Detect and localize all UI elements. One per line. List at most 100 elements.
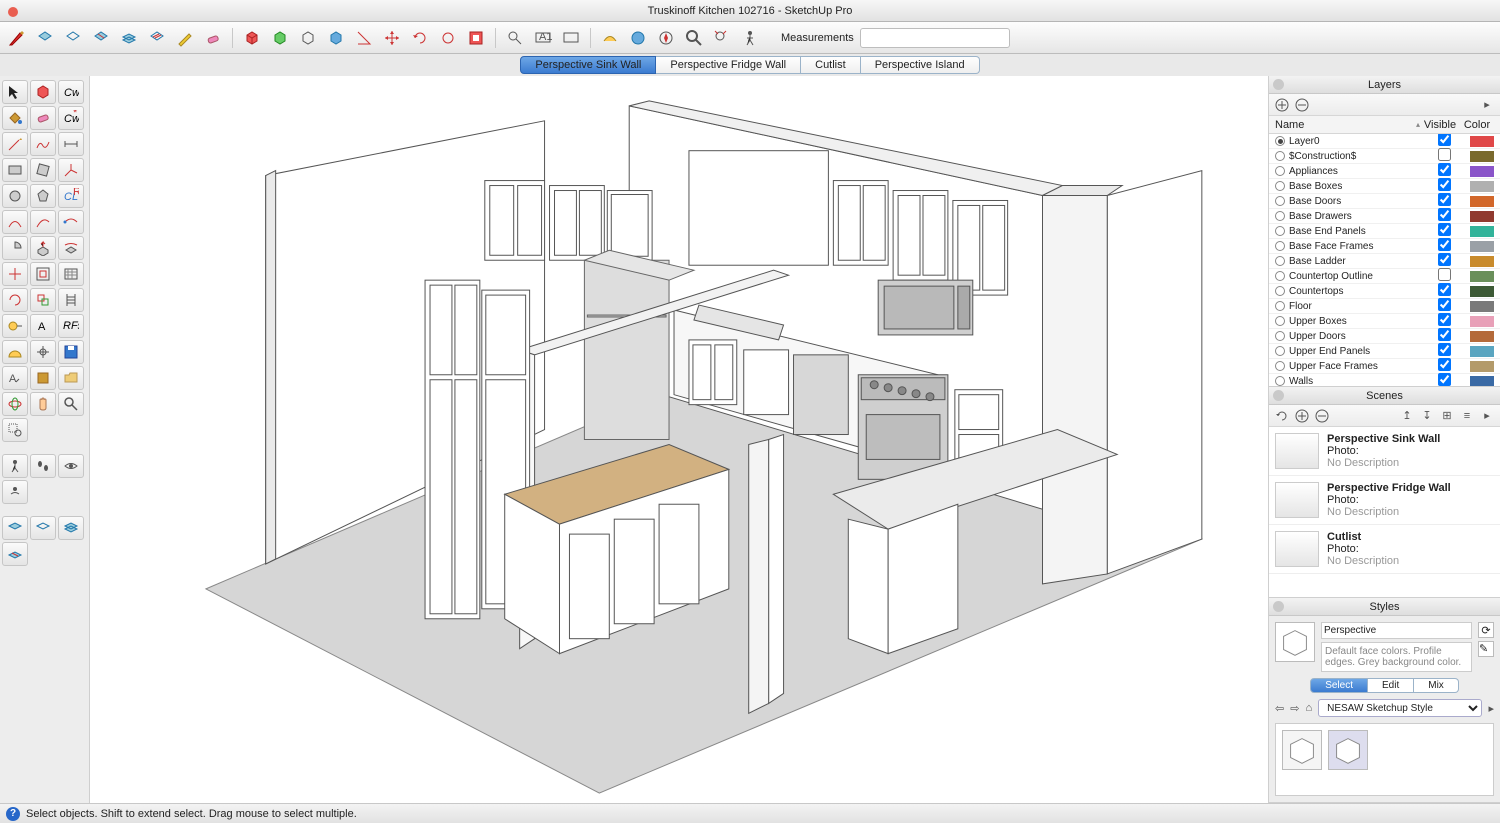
refresh-style-icon[interactable]: ⟳	[1478, 622, 1494, 638]
pushpull-icon[interactable]	[30, 236, 56, 260]
layer-color-swatch[interactable]	[1470, 286, 1494, 297]
dimension-icon[interactable]	[58, 132, 84, 156]
layer-radio[interactable]	[1275, 316, 1285, 326]
layer-radio[interactable]	[1275, 196, 1285, 206]
circle-tool-icon[interactable]	[2, 184, 28, 208]
col-color[interactable]: Color	[1460, 119, 1494, 131]
move-icon[interactable]	[381, 27, 403, 49]
refresh-scene-icon[interactable]	[1275, 409, 1289, 423]
layer-menu-icon[interactable]: ▸	[1480, 98, 1494, 112]
layer-row[interactable]: Base Drawers	[1269, 209, 1500, 224]
zoom-icon[interactable]	[683, 27, 705, 49]
select-tool-icon[interactable]	[2, 80, 28, 104]
layer-radio[interactable]	[1275, 136, 1285, 146]
pencil-tool-icon[interactable]	[6, 27, 28, 49]
layer-row[interactable]: Upper Doors	[1269, 329, 1500, 344]
layer-visible[interactable]	[1424, 163, 1464, 179]
layer-row[interactable]: Upper End Panels	[1269, 344, 1500, 359]
layer-color-swatch[interactable]	[1470, 346, 1494, 357]
info-icon[interactable]: ?	[6, 807, 20, 821]
tab-sink-wall[interactable]: Perspective Sink Wall	[520, 56, 656, 74]
layer-visible[interactable]	[1424, 208, 1464, 224]
cw-icon[interactable]: Cw	[58, 80, 84, 104]
close-icon[interactable]	[1273, 601, 1284, 612]
shape-plane-icon[interactable]	[2, 516, 28, 540]
layer-visible[interactable]	[1424, 298, 1464, 314]
hatch-icon[interactable]	[146, 27, 168, 49]
nav-details-icon[interactable]: ▸	[1488, 702, 1494, 715]
search-icon[interactable]	[504, 27, 526, 49]
save-icon[interactable]	[58, 340, 84, 364]
scenes-list[interactable]: Perspective Sink WallPhoto:No Descriptio…	[1269, 427, 1500, 597]
cube-green-icon[interactable]	[269, 27, 291, 49]
rotated-rect-icon[interactable]	[90, 27, 112, 49]
rectangle-icon[interactable]	[34, 27, 56, 49]
layer-radio[interactable]	[1275, 151, 1285, 161]
scene-item[interactable]: CutlistPhoto:No Description	[1269, 525, 1500, 574]
layer-radio[interactable]	[1275, 166, 1285, 176]
layer-color-swatch[interactable]	[1470, 331, 1494, 342]
layer-color-swatch[interactable]	[1470, 226, 1494, 237]
layer-row[interactable]: Base Face Frames	[1269, 239, 1500, 254]
cube-blue-icon[interactable]	[325, 27, 347, 49]
layer-visible[interactable]	[1424, 134, 1464, 149]
label-b-icon[interactable]	[560, 27, 582, 49]
scene-list-icon[interactable]: ≡	[1460, 409, 1474, 423]
layer-color-swatch[interactable]	[1470, 166, 1494, 177]
layer-row[interactable]: Appliances	[1269, 164, 1500, 179]
ortho-icon[interactable]: RFs	[58, 314, 84, 338]
style-name-input[interactable]	[1321, 622, 1472, 639]
walk-camera-icon[interactable]	[2, 454, 28, 478]
cube-red-icon[interactable]	[241, 27, 263, 49]
layer-visible[interactable]	[1424, 193, 1464, 209]
style-collection-select[interactable]: NESAW Sketchup Style	[1318, 699, 1482, 717]
layer-row[interactable]: Base End Panels	[1269, 224, 1500, 239]
layer-color-swatch[interactable]	[1470, 316, 1494, 327]
label-a-icon[interactable]: A1	[532, 27, 554, 49]
scene-down-icon[interactable]: ↧	[1420, 409, 1434, 423]
freehand-icon[interactable]	[30, 132, 56, 156]
style-tab-edit[interactable]: Edit	[1368, 678, 1414, 693]
layer-radio[interactable]	[1275, 376, 1285, 386]
walk-icon[interactable]	[739, 27, 761, 49]
col-visible[interactable]: Visible	[1420, 119, 1460, 131]
eraser-icon[interactable]	[202, 27, 224, 49]
scenes-panel-header[interactable]: Scenes	[1269, 387, 1500, 405]
layer-radio[interactable]	[1275, 211, 1285, 221]
layer-color-swatch[interactable]	[1470, 211, 1494, 222]
layer-row[interactable]: Base Doors	[1269, 194, 1500, 209]
layer-radio[interactable]	[1275, 286, 1285, 296]
remove-layer-icon[interactable]	[1295, 98, 1309, 112]
layers-list[interactable]: Layer0$Construction$AppliancesBase Boxes…	[1269, 134, 1500, 386]
zoom-extents-icon[interactable]	[711, 27, 733, 49]
layer-color-swatch[interactable]	[1470, 301, 1494, 312]
cw-star-icon[interactable]: Cw*	[58, 106, 84, 130]
rectangle-tool-icon[interactable]	[2, 158, 28, 182]
stack-icon[interactable]	[118, 27, 140, 49]
layer-color-swatch[interactable]	[1470, 136, 1494, 147]
nav-fwd-icon[interactable]: ⇨	[1290, 702, 1299, 715]
scene-item[interactable]: Perspective Sink WallPhoto:No Descriptio…	[1269, 427, 1500, 476]
arc2-tool-icon[interactable]	[30, 210, 56, 234]
stack2-icon[interactable]	[58, 516, 84, 540]
layer-visible[interactable]	[1424, 313, 1464, 329]
tab-cutlist[interactable]: Cutlist	[801, 56, 861, 74]
shape-plane2-icon[interactable]	[30, 516, 56, 540]
layer-visible[interactable]	[1424, 373, 1464, 386]
angle-icon[interactable]	[353, 27, 375, 49]
move-tool-icon[interactable]	[2, 262, 28, 286]
remove-scene-icon[interactable]	[1315, 409, 1329, 423]
crosshair-icon[interactable]	[30, 340, 56, 364]
rotate-tool-icon[interactable]	[2, 288, 28, 312]
cl-r-icon[interactable]: CLR	[58, 184, 84, 208]
arc3-tool-icon[interactable]	[58, 210, 84, 234]
layer-row[interactable]: Countertop Outline	[1269, 269, 1500, 284]
layer-color-swatch[interactable]	[1470, 181, 1494, 192]
layer-radio[interactable]	[1275, 226, 1285, 236]
eye-icon[interactable]	[58, 454, 84, 478]
hatch-tool-icon[interactable]	[58, 262, 84, 286]
layer-color-swatch[interactable]	[1470, 271, 1494, 282]
pan-tool-icon[interactable]	[30, 392, 56, 416]
rotated-rect-tool-icon[interactable]	[30, 158, 56, 182]
3d-text-icon[interactable]: A	[2, 366, 28, 390]
